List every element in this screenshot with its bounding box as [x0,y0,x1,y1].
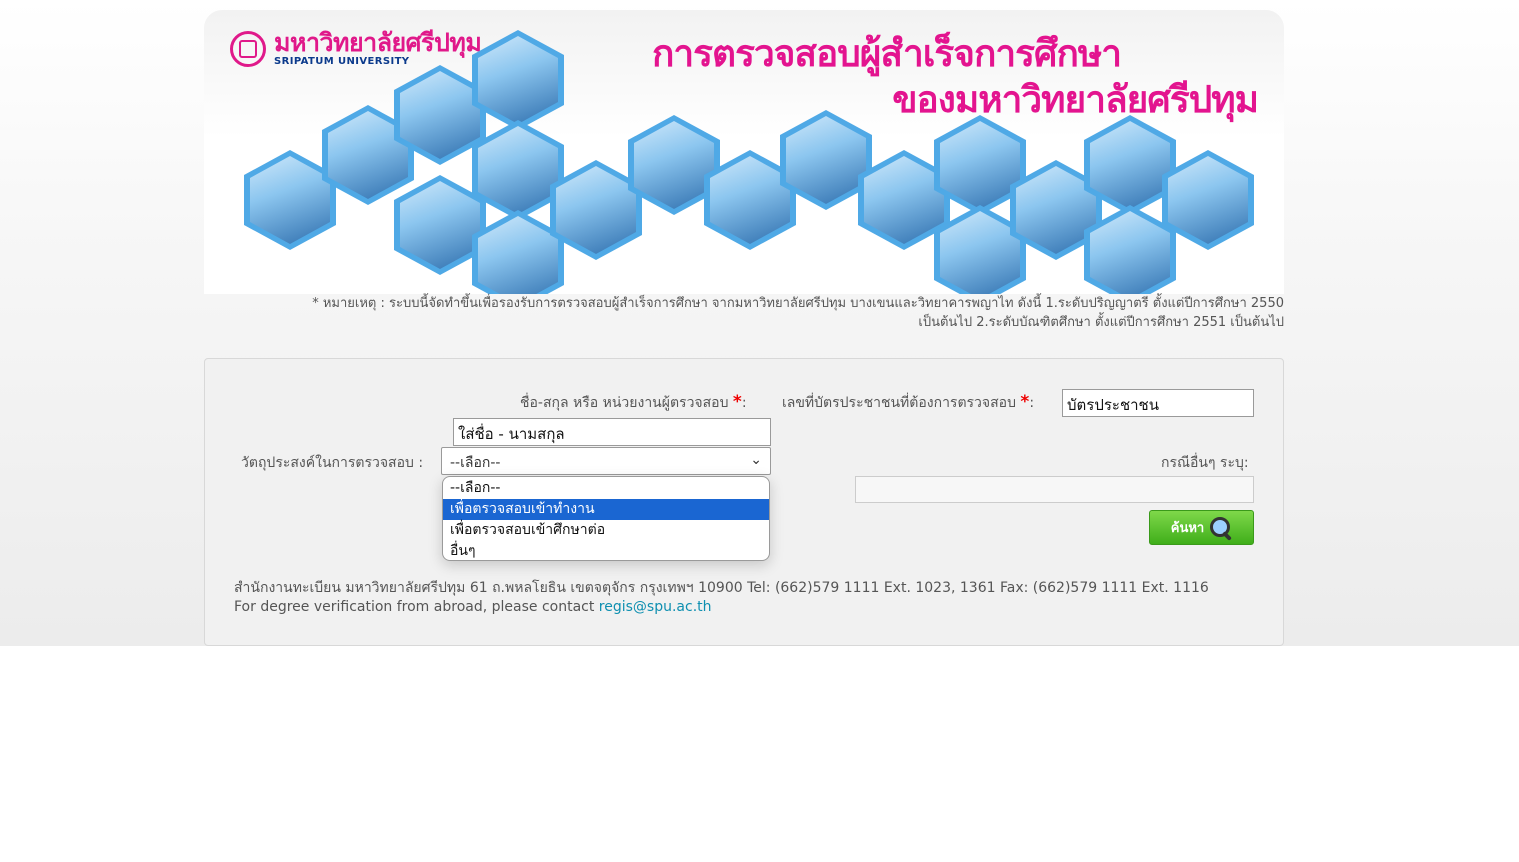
remark-line-1: * หมายเหตุ : ระบบนี้จัดทำขึ้นเพื่อรองรับ… [312,296,1284,311]
label-colon: : [741,395,747,411]
header-banner: มหาวิทยาลัยศรีปทุม SRIPATUM UNIVERSITY ก… [204,10,1284,294]
search-button[interactable]: ค้นหา [1149,510,1254,545]
name-input[interactable]: ใส่ชื่อ - นามสกุล [453,418,771,446]
footer-address: สำนักงานทะเบียน มหาวิทยาลัยศรีปทุม 61 ถ.… [234,580,1209,596]
university-logo: มหาวิทยาลัยศรีปทุม SRIPATUM UNIVERSITY [230,28,482,67]
required-mark: * [732,392,742,412]
footer-contact: สำนักงานทะเบียน มหาวิทยาลัยศรีปทุม 61 ถ.… [234,579,1209,617]
remark-line-2: เป็นต้นไป 2.ระดับบัณฑิตศึกษา ตั้งแต่ปีกา… [918,315,1284,330]
name-label-text: ชื่อ-สกุล หรือ หน่วยงานผู้ตรวจสอบ [520,395,729,411]
purpose-dropdown-list: --เลือก-- เพื่อตรวจสอบเข้าทำงาน เพื่อตรว… [442,476,770,561]
other-reason-label: กรณีอื่นๆ ระบุ: [1161,455,1249,471]
purpose-option[interactable]: --เลือก-- [443,478,769,499]
purpose-option[interactable]: เพื่อตรวจสอบเข้าศึกษาต่อ [443,520,769,541]
logo-emblem-icon [230,30,266,67]
id-card-label-text: เลขที่บัตรประชาชนที่ต้องการตรวจสอบ [782,395,1016,411]
email-link[interactable]: regis@spu.ac.th [599,599,712,615]
label-colon: : [1029,395,1035,411]
required-mark: * [1020,392,1030,412]
logo-thai-text: มหาวิทยาลัยศรีปทุม [274,28,482,57]
footer-abroad-contact: For degree verification from abroad, ple… [234,598,1209,617]
name-label: ชื่อ-สกุล หรือ หน่วยงานผู้ตรวจสอบ *: [520,392,747,414]
purpose-selected-value: --เลือก-- [450,455,501,471]
purpose-select[interactable]: --เลือก-- ⌄ [441,447,771,475]
banner-title-line2: ของมหาวิทยาลัยศรีปทุม [892,78,1259,121]
purpose-label: วัตถุประสงค์ในการตรวจสอบ : [241,455,424,471]
purpose-option[interactable]: เพื่อตรวจสอบเข้าทำงาน [443,499,769,520]
chevron-down-icon: ⌄ [750,452,762,468]
magnifier-icon [1210,516,1233,541]
id-card-input[interactable]: บัตรประชาชน [1062,389,1254,417]
other-reason-input[interactable] [855,476,1254,503]
footer-abroad-text: For degree verification from abroad, ple… [234,599,599,615]
purpose-option[interactable]: อื่นๆ [443,541,769,560]
logo-english-text: SRIPATUM UNIVERSITY [274,56,410,67]
search-button-label: ค้นหา [1170,521,1205,536]
remark-note: * หมายเหตุ : ระบบนี้จัดทำขึ้นเพื่อรองรับ… [204,294,1284,332]
id-card-label: เลขที่บัตรประชาชนที่ต้องการตรวจสอบ *: [782,392,1034,414]
